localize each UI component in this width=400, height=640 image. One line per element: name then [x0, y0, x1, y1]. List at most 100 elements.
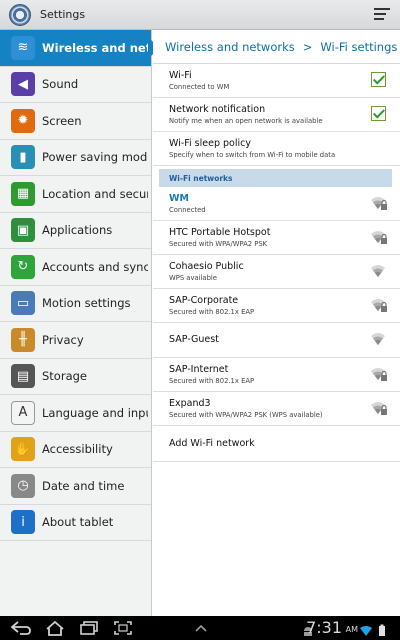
sidebar-item[interactable]: ◷ Date and time	[0, 468, 151, 505]
battery-icon: ▮	[11, 145, 35, 170]
system-status-bar: 7:31 AM	[0, 616, 400, 640]
network-name: SAP-Guest	[169, 334, 219, 345]
sidebar-item-label: Accounts and sync	[42, 259, 148, 274]
sidebar-item-label: Storage	[42, 369, 87, 384]
wifi-icon: ≋	[11, 35, 35, 60]
sidebar-item[interactable]: ▦ Location and securit	[0, 176, 151, 213]
sidebar-item-label: Privacy	[42, 332, 84, 347]
wifi-network-item[interactable]: WM Connected	[153, 187, 400, 221]
sidebar-item[interactable]: ≋ Wireless and netw	[0, 30, 160, 67]
wifi-secured-signal-icon	[370, 297, 388, 313]
brightness-icon: ✹	[11, 108, 35, 133]
app-title: Settings	[40, 8, 86, 21]
sidebar-item[interactable]: i About tablet	[0, 505, 151, 541]
network-name: Cohaesio Public	[169, 261, 244, 272]
network-name: HTC Portable Hotspot	[169, 227, 271, 238]
storage-icon: ▤	[11, 364, 35, 389]
breadcrumb-separator: >	[302, 39, 313, 54]
title-bar: Settings	[0, 0, 400, 30]
settings-list: Wi-Fi Connected to WM Network notification…	[153, 64, 400, 166]
main-panel: Wireless and networks > Wi-Fi settings W…	[153, 30, 400, 616]
wifi-network-item[interactable]: SAP-Guest	[153, 323, 400, 358]
sidebar-item[interactable]: ◀ Sound	[0, 67, 151, 103]
setting-title: Wi-Fi sleep policy	[169, 138, 251, 149]
status-ampm: AM	[345, 625, 358, 634]
sidebar-item-label: Power saving mode	[42, 150, 148, 165]
setting-row[interactable]: Wi-Fi Connected to WM	[153, 64, 400, 98]
setting-title: Network notification	[169, 104, 266, 115]
wifi-network-item[interactable]: SAP-Corporate Secured with 802.1x EAP	[153, 289, 400, 323]
setting-row[interactable]: Network notification Notify me when an op…	[153, 98, 400, 132]
network-status: Connected	[169, 206, 206, 214]
fence-icon: ╫	[11, 327, 35, 352]
hand-icon: ✋	[11, 437, 35, 462]
sidebar: ≋ Wireless and netw ◀ Sound ✹ Screen ▮ Power sa…	[0, 30, 160, 616]
network-status: WPS available	[169, 274, 217, 282]
sidebar-item[interactable]: ✋ Accessibility	[0, 432, 151, 468]
sidebar-item-label: Location and securit	[42, 186, 148, 201]
network-status: Secured with 802.1x EAP	[169, 377, 255, 385]
network-name: Expand3	[169, 398, 211, 409]
checkbox-checked-icon[interactable]	[371, 106, 386, 121]
settings-gear-icon	[9, 3, 31, 26]
network-status: Secured with WPA/WPA2 PSK (WPS available…	[169, 411, 323, 419]
sidebar-item[interactable]: ▣ Applications	[0, 213, 151, 249]
wifi-signal-icon	[370, 331, 388, 347]
wifi-signal-icon	[370, 263, 388, 279]
setting-subtitle: Specify when to switch from Wi-Fi to mob…	[169, 151, 336, 159]
wifi-network-item[interactable]: Cohaesio Public WPS available	[153, 255, 400, 289]
checkbox-checked-icon[interactable]	[371, 72, 386, 87]
network-name: SAP-Corporate	[169, 295, 239, 306]
back-icon[interactable]	[10, 620, 32, 636]
status-clock: 7:31	[306, 618, 342, 637]
network-status: Secured with 802.1x EAP	[169, 308, 255, 316]
breadcrumb-current: Wi-Fi settings	[320, 39, 398, 54]
wifi-network-item[interactable]: HTC Portable Hotspot Secured with WPA/WPA…	[153, 221, 400, 255]
tablet-motion-icon: ▭	[11, 291, 35, 316]
sidebar-item[interactable]: ▭ Motion settings	[0, 286, 151, 322]
screenshot-icon[interactable]	[112, 620, 134, 636]
sidebar-item[interactable]: ▮ Power saving mode	[0, 140, 151, 176]
letter-a-icon: A	[11, 400, 35, 425]
breadcrumb-parent[interactable]: Wireless and networks	[165, 40, 295, 54]
network-status: Secured with WPA/WPA2 PSK	[169, 240, 268, 248]
wifi-secured-signal-icon	[370, 229, 388, 245]
sidebar-item[interactable]: ✹ Screen	[0, 103, 151, 140]
location-grid-icon: ▦	[11, 181, 35, 206]
info-icon: i	[11, 510, 35, 535]
sidebar-item[interactable]: A Language and input	[0, 395, 151, 432]
breadcrumb: Wireless and networks > Wi-Fi settings	[153, 30, 400, 64]
sidebar-item-label: Accessibility	[42, 442, 113, 457]
sidebar-item-label: Language and input	[42, 405, 148, 420]
network-list: WM Connected HTC Portable Hotspot Secured w…	[153, 187, 400, 426]
sidebar-item-label: Date and time	[42, 478, 125, 493]
wifi-networks-header: Wi-Fi networks	[159, 169, 392, 187]
clock-icon: ◷	[11, 473, 35, 498]
network-name: SAP-Internet	[169, 364, 229, 375]
chevron-up-icon[interactable]	[190, 620, 212, 636]
add-wifi-network-item[interactable]: Add Wi-Fi network	[153, 426, 400, 462]
wifi-secured-signal-icon	[370, 366, 388, 382]
setting-subtitle: Connected to WM	[169, 83, 230, 91]
sidebar-item-label: Motion settings	[42, 296, 131, 311]
sidebar-item[interactable]: ╫ Privacy	[0, 322, 151, 359]
wifi-network-item[interactable]: Expand3 Secured with WPA/WPA2 PSK (WPS av…	[153, 392, 400, 426]
sidebar-item-label: Applications	[42, 223, 113, 238]
setting-row[interactable]: Wi-Fi sleep policy Specify when to switch…	[153, 132, 400, 166]
sidebar-item[interactable]: ↻ Accounts and sync	[0, 249, 151, 286]
menu-icon[interactable]	[374, 8, 390, 22]
wifi-secured-signal-icon	[370, 195, 388, 211]
setting-title: Wi-Fi	[169, 70, 192, 81]
wifi-network-item[interactable]: SAP-Internet Secured with 802.1x EAP	[153, 358, 400, 392]
home-icon[interactable]	[44, 620, 66, 636]
setting-subtitle: Notify me when an open network is availa…	[169, 117, 323, 125]
recent-apps-icon[interactable]	[78, 620, 100, 636]
network-name: WM	[169, 193, 189, 204]
speaker-icon: ◀	[11, 72, 35, 97]
wifi-status-icon	[360, 622, 372, 636]
sidebar-item[interactable]: ▤ Storage	[0, 359, 151, 395]
battery-status-icon	[378, 622, 386, 636]
wifi-secured-signal-icon	[370, 400, 388, 416]
apps-icon: ▣	[11, 218, 35, 243]
add-wifi-network-label: Add Wi-Fi network	[169, 438, 255, 449]
